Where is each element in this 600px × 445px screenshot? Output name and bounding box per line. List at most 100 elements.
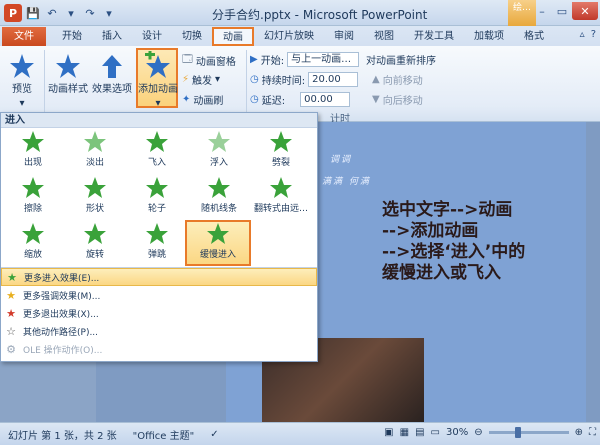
green-star-icon [22, 131, 44, 152]
save-icon[interactable]: 💾 [25, 5, 41, 21]
status-bar: 幻灯片 第 1 张，共 2 张 "Office 主题" ✓ ▣ ▦ ▤ ▭ 30… [0, 422, 600, 445]
duration-input[interactable]: 20.00 [308, 72, 359, 87]
play-icon: ▶ [250, 54, 258, 65]
menu-more-emphasis-effects[interactable]: ★ 更多强调效果(M)... [1, 286, 317, 304]
tabs-right-controls: ▵ ? [580, 29, 596, 40]
effect-options-arrow-icon [96, 50, 128, 82]
animation-painter-icon: ✦ [182, 94, 191, 105]
green-star-icon [84, 131, 106, 152]
help-icon[interactable]: ? [591, 29, 596, 40]
effect-swivel[interactable]: 旋转 [63, 222, 127, 266]
customize-qat-icon[interactable]: ▾ [101, 5, 117, 21]
effect-bounce[interactable]: 弹跳 [125, 222, 189, 266]
gallery-header-entrance: 进入 [1, 113, 317, 128]
tab-animations[interactable]: 动画 [212, 27, 254, 46]
menu-ole-action[interactable]: ⚙ OLE 操作动作(O)... [1, 340, 317, 358]
red-star-icon: ★ [6, 306, 16, 320]
chevron-down-icon: ▾ [19, 98, 25, 109]
animation-styles-button[interactable]: 动画样式 [48, 50, 88, 96]
effect-crawl-in[interactable]: 缓慢进入 [185, 220, 251, 266]
tab-insert[interactable]: 插入 [92, 27, 132, 46]
effect-float-in[interactable]: 浮入 [187, 130, 251, 174]
ole-gear-icon: ⚙ [6, 342, 16, 356]
tab-format[interactable]: 格式 [514, 27, 554, 46]
effect-appear[interactable]: 出现 [1, 130, 65, 174]
add-animation-button[interactable]: 添加动画 ▾ [138, 50, 178, 110]
green-star-icon [270, 177, 292, 198]
preview-star-icon [6, 50, 38, 82]
tab-developer[interactable]: 开发工具 [404, 27, 464, 46]
animation-painter-button[interactable]: ✦ 动画刷 [182, 92, 223, 107]
zoom-out-button[interactable]: ⊖ [474, 427, 482, 438]
fit-to-window-icon[interactable]: ⛶ [589, 427, 596, 438]
effect-options-button[interactable]: 效果选项 [92, 50, 132, 96]
green-star-icon [22, 177, 44, 198]
tab-slideshow[interactable]: 幻灯片放映 [254, 27, 324, 46]
green-star-icon [208, 177, 230, 198]
ribbon-tabs: 文件 开始 插入 设计 切换 动画 幻灯片放映 审阅 视图 开发工具 加载项 格… [0, 26, 600, 46]
green-star-icon [208, 131, 230, 152]
window-title: 分手合约.pptx - Microsoft PowerPoint [212, 8, 428, 22]
move-later-button[interactable]: ▼ 向后移动 [372, 92, 423, 107]
undo-icon[interactable]: ↶ [44, 5, 60, 21]
tab-review[interactable]: 审阅 [324, 27, 364, 46]
effect-wheel[interactable]: 轮子 [125, 176, 189, 220]
status-bar-right: ▣ ▦ ▤ ▭ 30% ⊖ ⊕ ⛶ [384, 427, 596, 438]
clock-icon: ◷ [250, 74, 259, 85]
trigger-button[interactable]: ⚡ 触发 ▾ [182, 72, 220, 87]
maximize-button[interactable]: ▭ [552, 2, 572, 20]
minimize-button[interactable]: – [532, 2, 552, 20]
zoom-in-button[interactable]: ⊕ [575, 427, 583, 438]
tab-transitions[interactable]: 切换 [172, 27, 212, 46]
effect-random-bars[interactable]: 随机线条 [187, 176, 251, 220]
delay-input[interactable]: 00.00 [300, 92, 351, 107]
animation-pane-icon: 🗔 [182, 54, 193, 65]
start-select[interactable]: 与上一动画… [287, 52, 360, 67]
tab-view[interactable]: 视图 [364, 27, 404, 46]
title-bar: P 💾 ↶ ▾ ↷ ▾ 分手合约.pptx - Microsoft PowerP… [0, 0, 600, 26]
zoom-slider[interactable] [488, 427, 569, 438]
effect-fade[interactable]: 淡出 [63, 130, 127, 174]
animation-pane-button[interactable]: 🗔 动画窗格 [182, 52, 236, 69]
entrance-effects-grid: 出现 淡出 飞入 浮入 劈裂 擦除 形状 轮子 随机线条 翻转式由远… 缩放 旋… [1, 128, 317, 268]
effect-zoom[interactable]: 缩放 [1, 222, 65, 266]
spell-check-icon[interactable]: ✓ [202, 429, 226, 440]
effect-wipe[interactable]: 擦除 [1, 176, 65, 220]
green-star-icon [84, 177, 106, 198]
slide-sorter-icon[interactable]: ▦ [400, 427, 409, 438]
effect-split[interactable]: 劈裂 [249, 130, 313, 174]
chevron-down-icon: ▾ [215, 74, 221, 85]
outline-star-icon: ☆ [6, 324, 16, 338]
green-star-icon [146, 177, 168, 198]
menu-more-entrance-effects[interactable]: ★ 更多进入效果(E)... [1, 268, 317, 286]
tab-addins[interactable]: 加载项 [464, 27, 514, 46]
ribbon-separator [246, 50, 247, 116]
tab-design[interactable]: 设计 [132, 27, 172, 46]
move-earlier-button[interactable]: ▲ 向前移动 [372, 72, 423, 87]
zoom-slider-knob[interactable] [514, 427, 521, 438]
green-star-icon [146, 131, 168, 152]
green-star-icon [270, 131, 292, 152]
menu-more-exit-effects[interactable]: ★ 更多退出效果(X)... [1, 304, 317, 322]
redo-icon[interactable]: ↷ [82, 5, 98, 21]
slide-text-1: 调调 [330, 155, 353, 165]
reading-view-icon[interactable]: ▤ [415, 427, 424, 438]
powerpoint-logo-icon[interactable]: P [4, 4, 22, 22]
normal-view-icon[interactable]: ▣ [384, 427, 393, 438]
effect-grow-turn[interactable]: 翻转式由远… [249, 176, 313, 220]
tab-home[interactable]: 开始 [52, 27, 92, 46]
quick-access-toolbar: P 💾 ↶ ▾ ↷ ▾ [4, 4, 117, 22]
yellow-star-icon: ★ [6, 288, 16, 302]
start-control: ▶ 开始: 与上一动画… [250, 52, 360, 67]
close-button[interactable]: ✕ [572, 2, 598, 20]
effect-fly-in[interactable]: 飞入 [125, 130, 189, 174]
slideshow-view-icon[interactable]: ▭ [431, 427, 440, 438]
animation-styles-star-icon [52, 50, 84, 82]
preview-button[interactable]: 预览 ▾ [6, 50, 38, 110]
dropdown-icon[interactable]: ▾ [63, 5, 79, 21]
delay-control: ◷ 延迟: 00.00 [250, 92, 351, 107]
tab-file[interactable]: 文件 [2, 27, 46, 46]
effect-shape[interactable]: 形状 [63, 176, 127, 220]
collapse-ribbon-icon[interactable]: ▵ [580, 29, 585, 40]
menu-other-motion-paths[interactable]: ☆ 其他动作路径(P)... [1, 322, 317, 340]
